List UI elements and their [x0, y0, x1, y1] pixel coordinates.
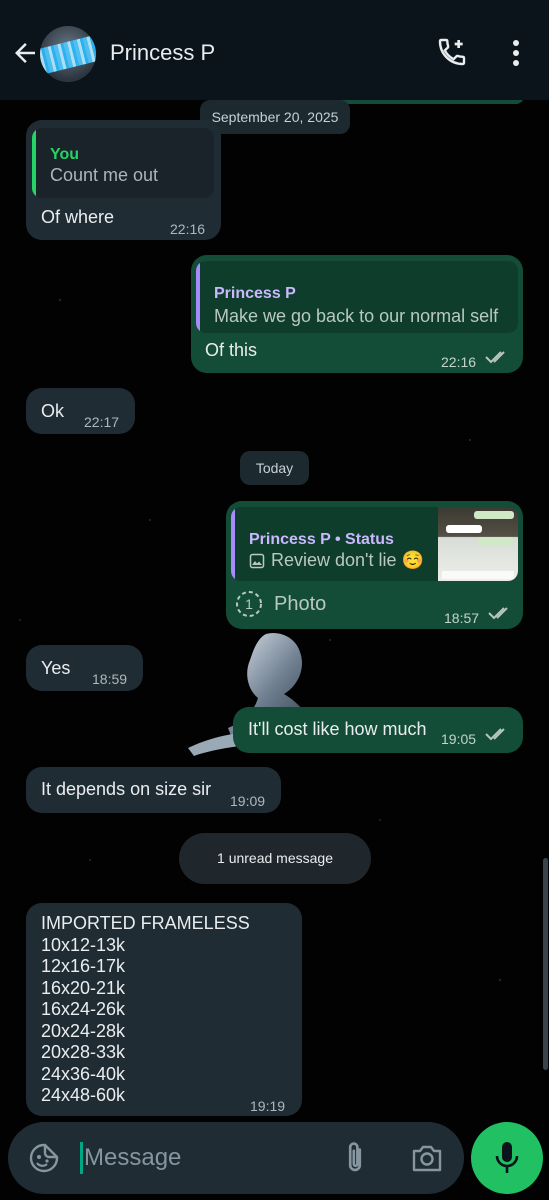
date-chip: Today — [240, 451, 309, 485]
paperclip-icon[interactable] — [340, 1140, 370, 1176]
message-text: Photo — [274, 593, 327, 615]
mic-icon — [495, 1142, 519, 1173]
read-receipt-icon — [488, 607, 508, 620]
message-bubble-incoming[interactable]: It depends on size sir 19:09 — [26, 767, 281, 813]
status-thumbnail[interactable] — [438, 507, 518, 581]
message-bubble-incoming[interactable]: You Count me out Of where 22:16 — [26, 120, 221, 240]
sticker-icon[interactable] — [28, 1142, 60, 1174]
add-call-icon[interactable] — [436, 36, 468, 68]
message-text: It'll cost like how much — [248, 719, 427, 739]
message-line: IMPORTED FRAMELESS — [41, 913, 250, 933]
message-line: 20x24-28k — [41, 1020, 126, 1041]
message-bubble-incoming[interactable]: Ok 22:17 — [26, 388, 135, 434]
message-time: 22:16 — [170, 221, 206, 237]
message-text: Ok — [41, 401, 65, 421]
quoted-message[interactable]: You Count me out — [32, 128, 214, 198]
message-text: IMPORTED FRAMELESS 10x12-13k 12x16-17k 1… — [41, 913, 250, 1107]
message-time: 22:16 — [441, 354, 477, 370]
quoted-status[interactable]: Princess P • Status Review don't lie ☺️ — [231, 507, 518, 581]
quote-author: Princess P • Status — [249, 531, 394, 548]
message-time: 18:59 — [92, 671, 128, 687]
message-time: 18:57 — [444, 610, 480, 626]
svg-text:1: 1 — [245, 596, 253, 612]
message-composer — [8, 1122, 464, 1194]
message-bubble-outgoing[interactable]: Princess P Make we go back to our normal… — [191, 255, 523, 373]
message-line: 16x20-21k — [41, 977, 126, 998]
message-time: 22:17 — [84, 414, 120, 430]
quoted-message[interactable]: Princess P Make we go back to our normal… — [196, 261, 518, 333]
text-cursor — [80, 1142, 83, 1174]
camera-icon[interactable] — [410, 1142, 444, 1174]
quote-text: Review don't lie ☺️ — [271, 550, 424, 570]
read-receipt-icon — [485, 351, 505, 364]
mic-button[interactable] — [471, 1122, 543, 1194]
message-time: 19:05 — [441, 731, 477, 747]
message-bubble-outgoing[interactable]: It'll cost like how much 19:05 — [233, 707, 523, 753]
message-line: 16x24-26k — [41, 999, 126, 1019]
message-time: 19:09 — [230, 793, 266, 809]
message-bubble-incoming[interactable]: IMPORTED FRAMELESS 10x12-13k 12x16-17k 1… — [26, 903, 302, 1116]
more-vert-icon[interactable] — [504, 38, 528, 68]
arrow-left-icon[interactable] — [10, 38, 40, 68]
message-line: 20x28-33k — [41, 1042, 126, 1062]
message-line: 24x48-60k — [41, 1085, 126, 1105]
message-text: Of where — [41, 207, 115, 227]
date-chip: September 20, 2025 — [200, 100, 350, 134]
message-line: 24x36-40k — [41, 1063, 126, 1084]
message-time: 19:19 — [250, 1098, 286, 1114]
scrollbar[interactable] — [543, 858, 548, 1070]
quote-author: Princess P — [214, 285, 296, 302]
message-input[interactable] — [84, 1138, 314, 1178]
quote-text: Make we go back to our normal self — [214, 306, 499, 326]
message-line: 12x16-17k — [41, 956, 126, 976]
message-bubble-incoming[interactable]: Yes 18:59 — [26, 645, 143, 691]
message-text: Of this — [205, 340, 258, 360]
chat-header: Princess P — [0, 0, 549, 100]
read-receipt-icon — [485, 728, 505, 741]
quote-text: Count me out — [50, 165, 159, 185]
view-once-icon: 1 — [236, 591, 262, 617]
quote-author: You — [50, 146, 80, 163]
message-text: It depends on size sir — [41, 779, 212, 799]
contact-name[interactable]: Princess P — [110, 40, 215, 66]
message-text: Yes — [41, 658, 71, 678]
message-line: 10x12-13k — [41, 934, 126, 955]
unread-message-banner: 1 unread message — [179, 833, 371, 884]
message-bubble-outgoing[interactable]: Princess P • Status Review don't lie ☺️ … — [226, 501, 523, 629]
image-icon — [249, 553, 265, 569]
avatar[interactable] — [40, 26, 96, 82]
